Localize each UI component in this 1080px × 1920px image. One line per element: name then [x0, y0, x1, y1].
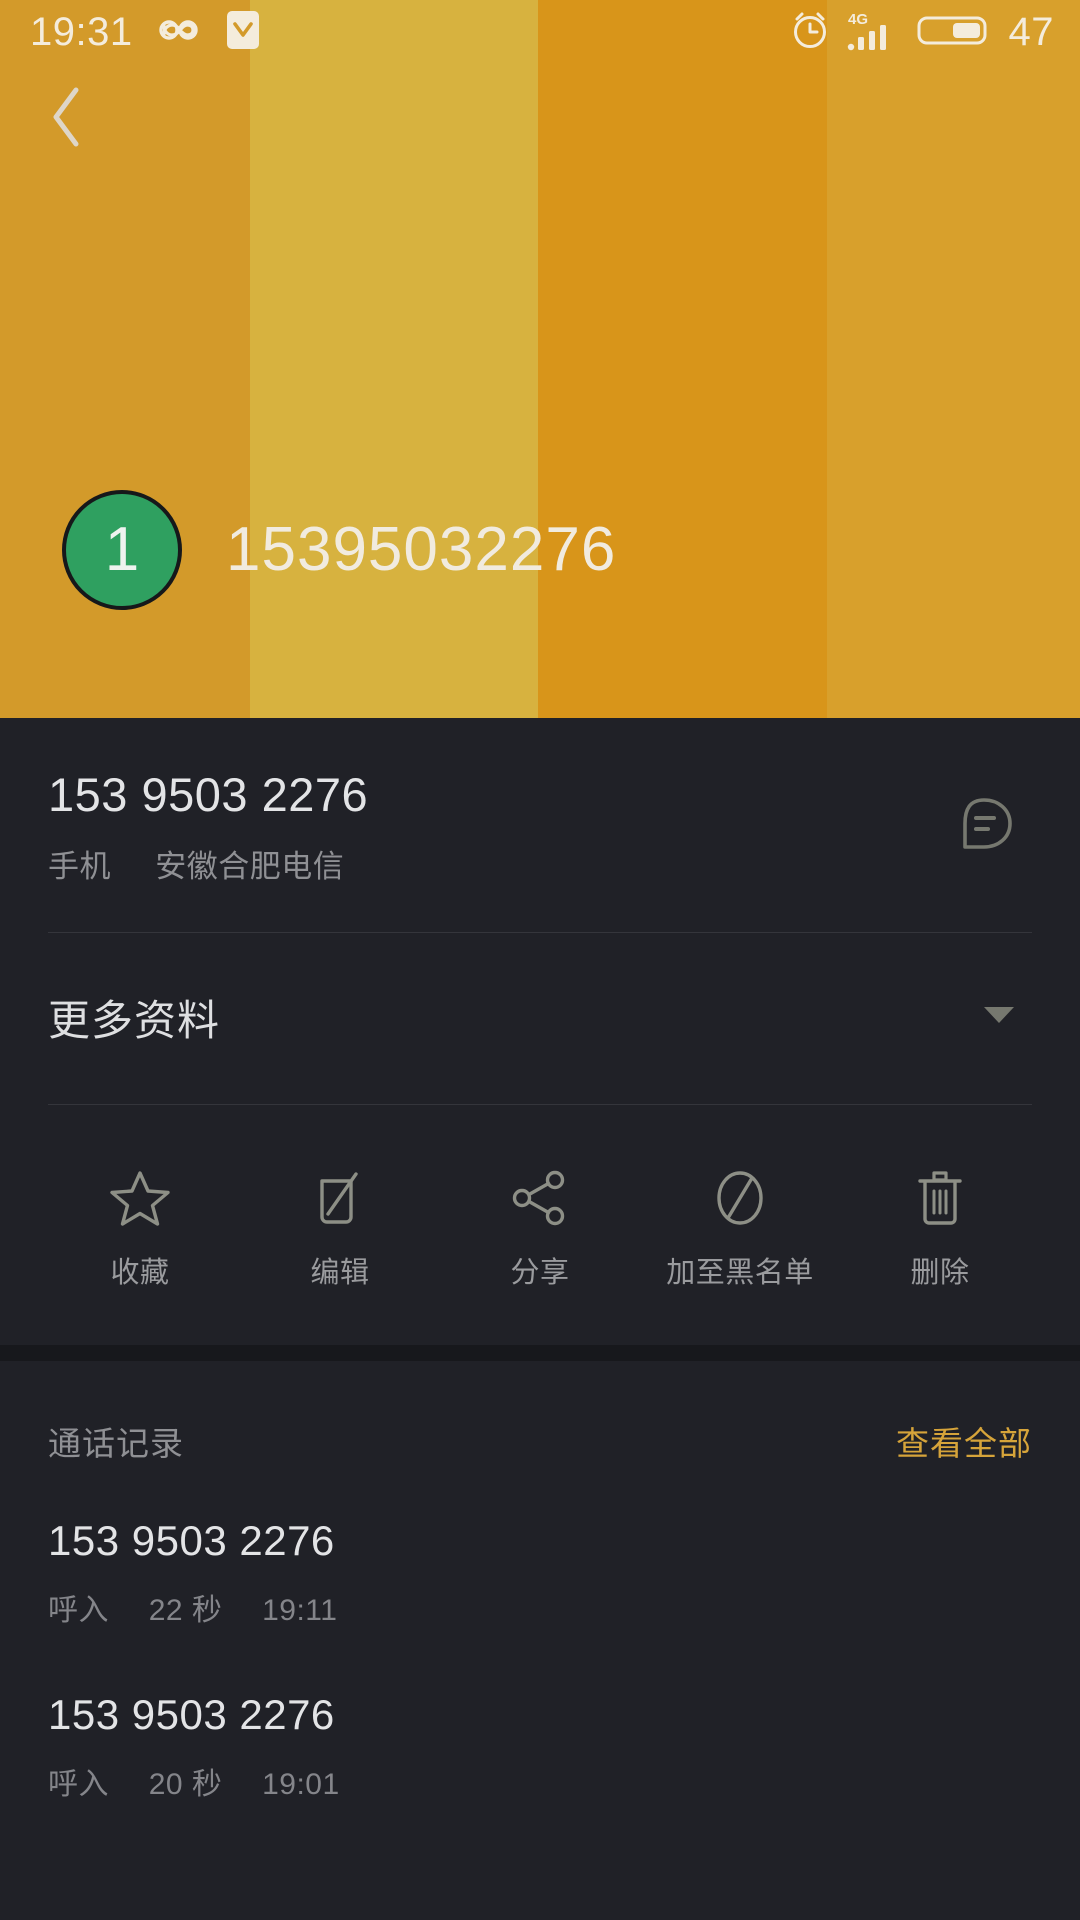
- back-chevron-icon: [45, 84, 89, 150]
- action-share[interactable]: 分享: [440, 1167, 640, 1291]
- call-log-view-all-link[interactable]: 查看全部: [896, 1417, 1032, 1465]
- action-delete[interactable]: 删除: [840, 1167, 1040, 1291]
- share-icon: [509, 1167, 571, 1229]
- edit-pencil-icon: [309, 1167, 371, 1229]
- back-button[interactable]: [28, 78, 106, 156]
- call-log-time: 19:01: [262, 1768, 340, 1802]
- action-share-label: 分享: [510, 1257, 570, 1290]
- status-bar-right: 4G 47: [789, 8, 1055, 57]
- battery-percent-label: 47: [1008, 10, 1054, 54]
- alarm-clock-icon: [789, 8, 831, 57]
- call-log-meta: 呼入 20 秒 19:01: [48, 1759, 1032, 1803]
- header-color-bands: [0, 0, 1080, 718]
- call-log-meta: 呼入 22 秒 19:11: [48, 1585, 1032, 1629]
- action-edit[interactable]: 编辑: [240, 1167, 440, 1291]
- header-band-4: [827, 0, 1080, 718]
- block-circle-icon: [709, 1167, 771, 1229]
- message-bubble-icon: [948, 797, 1020, 866]
- chevron-down-icon: [982, 1004, 1016, 1031]
- phone-row[interactable]: 153 9503 2276 手机 安徽合肥电信: [0, 718, 1080, 932]
- status-bar: 19:31 4G 47: [0, 0, 1080, 64]
- send-message-button[interactable]: [948, 790, 1020, 867]
- header-band-2: [250, 0, 538, 718]
- call-log-item[interactable]: 153 9503 2276 呼入 20 秒 19:01: [0, 1635, 1080, 1809]
- section-separator: [0, 1345, 1080, 1362]
- star-icon: [109, 1167, 171, 1229]
- more-info-row[interactable]: 更多资料: [0, 933, 1080, 1104]
- avatar-initial: 1: [104, 515, 140, 584]
- call-log-number: 153 9503 2276: [48, 1517, 335, 1565]
- battery-icon: [917, 10, 993, 55]
- call-log-direction: 呼入: [48, 1768, 109, 1802]
- header-band-3: [538, 0, 827, 718]
- action-delete-label: 删除: [910, 1257, 970, 1290]
- hero-phone-number: 15395032276: [226, 515, 617, 584]
- status-bar-left: 19:31: [30, 9, 261, 56]
- signal-bars-icon: 4G: [847, 8, 901, 57]
- phone-type-label: 手机: [48, 849, 111, 885]
- call-log-header: 通话记录 查看全部: [0, 1361, 1080, 1483]
- more-info-label: 更多资料: [48, 997, 221, 1045]
- action-favorite[interactable]: 收藏: [40, 1167, 240, 1291]
- phone-meta: 手机 安徽合肥电信: [48, 841, 948, 886]
- action-blacklist[interactable]: 加至黑名单: [640, 1167, 840, 1291]
- call-log-number: 153 9503 2276: [48, 1691, 335, 1739]
- action-edit-label: 编辑: [310, 1257, 370, 1290]
- infinity-icon: [153, 12, 205, 53]
- call-log-item[interactable]: 153 9503 2276 呼入 22 秒 19:11: [0, 1483, 1080, 1635]
- call-log-title: 通话记录: [48, 1425, 184, 1463]
- trash-icon: [909, 1167, 971, 1229]
- svg-text:4G: 4G: [848, 11, 868, 28]
- contact-hero: 1 15395032276: [62, 490, 616, 610]
- download-badge-icon: [225, 9, 261, 56]
- phone-number-value: 153 9503 2276: [48, 768, 369, 821]
- action-bar: 收藏 编辑 分享 加至黑名单 删除: [0, 1105, 1080, 1345]
- action-favorite-label: 收藏: [110, 1257, 170, 1290]
- status-bar-clock: 19:31: [30, 10, 133, 54]
- phone-row-texts: 153 9503 2276 手机 安徽合肥电信: [48, 770, 948, 886]
- contact-detail-body: 153 9503 2276 手机 安徽合肥电信 更多资料 收藏 编辑 分享 加至…: [0, 718, 1080, 1810]
- avatar[interactable]: 1: [62, 490, 182, 610]
- contact-header-banner: 19:31 4G 47 1 15395032276: [0, 0, 1080, 718]
- action-blacklist-label: 加至黑名单: [666, 1257, 814, 1290]
- call-log-duration: 22 秒: [148, 1594, 223, 1628]
- call-log-direction: 呼入: [48, 1594, 109, 1628]
- phone-carrier-label: 安徽合肥电信: [155, 849, 345, 885]
- call-log-duration: 20 秒: [148, 1768, 223, 1802]
- call-log-time: 19:11: [262, 1594, 338, 1628]
